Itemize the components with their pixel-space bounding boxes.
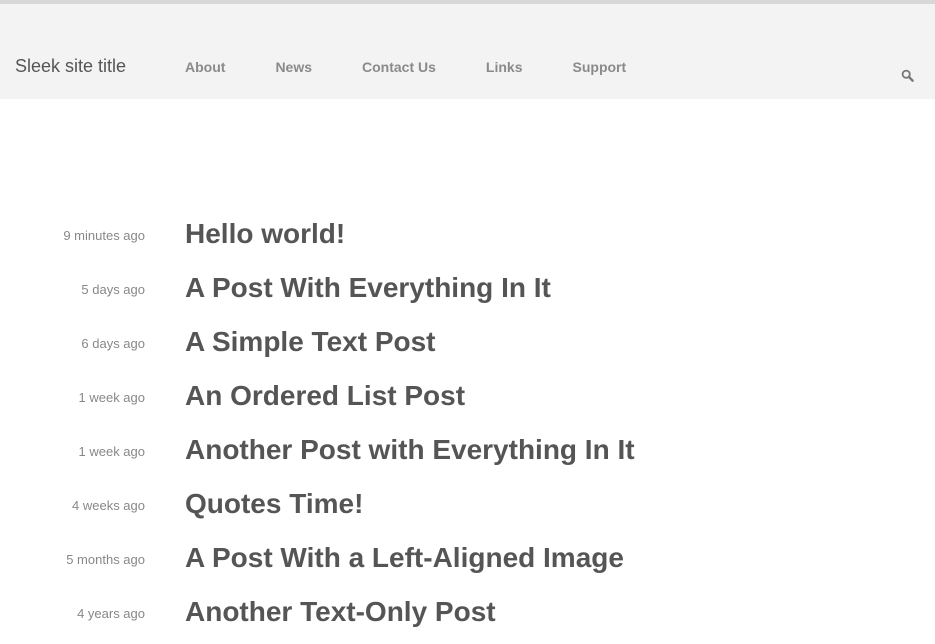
post-timestamp: 5 days ago bbox=[81, 282, 145, 297]
site-title-link[interactable]: Sleek site title bbox=[15, 55, 126, 77]
post-title-link[interactable]: A Post With Everything In It bbox=[185, 271, 551, 305]
nav-link-support[interactable]: Support bbox=[573, 59, 627, 75]
post-timestamp: 1 week ago bbox=[78, 444, 146, 459]
post-item: 5 months ago A Post With a Left-Aligned … bbox=[0, 536, 935, 590]
post-title-link[interactable]: Quotes Time! bbox=[185, 487, 363, 521]
nav-item-about: About bbox=[185, 58, 225, 77]
nav-link-contact-us[interactable]: Contact Us bbox=[362, 59, 436, 75]
post-title-link[interactable]: A Post With a Left-Aligned Image bbox=[185, 541, 624, 575]
post-item: 5 days ago A Post With Everything In It bbox=[0, 266, 935, 320]
post-timestamp: 4 weeks ago bbox=[72, 498, 145, 513]
main-nav: About News Contact Us Links Support bbox=[185, 58, 676, 77]
post-timestamp: 5 months ago bbox=[66, 552, 145, 567]
post-timestamp: 6 days ago bbox=[81, 336, 145, 351]
post-title-link[interactable]: An Ordered List Post bbox=[185, 379, 465, 413]
nav-item-support: Support bbox=[573, 58, 627, 77]
post-timestamp: 1 week ago bbox=[78, 390, 146, 405]
post-list: 9 minutes ago Hello world! 5 days ago A … bbox=[0, 212, 935, 644]
post-title-link[interactable]: Another Text-Only Post bbox=[185, 595, 496, 629]
nav-link-about[interactable]: About bbox=[185, 59, 225, 75]
post-item: 1 week ago An Ordered List Post bbox=[0, 374, 935, 428]
nav-item-news: News bbox=[275, 58, 312, 77]
nav-item-contact-us: Contact Us bbox=[362, 58, 436, 77]
search-button[interactable] bbox=[900, 68, 916, 84]
post-title-link[interactable]: Hello world! bbox=[185, 217, 345, 251]
site-header: Sleek site title About News Contact Us L… bbox=[0, 4, 935, 99]
search-icon bbox=[901, 69, 914, 82]
post-timestamp: 9 minutes ago bbox=[63, 228, 145, 243]
post-title-link[interactable]: A Simple Text Post bbox=[185, 325, 436, 359]
post-item: 6 days ago A Simple Text Post bbox=[0, 320, 935, 374]
nav-link-links[interactable]: Links bbox=[486, 59, 523, 75]
post-title-link[interactable]: Another Post with Everything In It bbox=[185, 433, 635, 467]
nav-item-links: Links bbox=[486, 58, 523, 77]
nav-link-news[interactable]: News bbox=[275, 59, 312, 75]
post-item: 4 years ago Another Text-Only Post bbox=[0, 590, 935, 644]
post-item: 4 weeks ago Quotes Time! bbox=[0, 482, 935, 536]
post-item: 9 minutes ago Hello world! bbox=[0, 212, 935, 266]
post-timestamp: 4 years ago bbox=[77, 606, 145, 621]
post-item: 1 week ago Another Post with Everything … bbox=[0, 428, 935, 482]
